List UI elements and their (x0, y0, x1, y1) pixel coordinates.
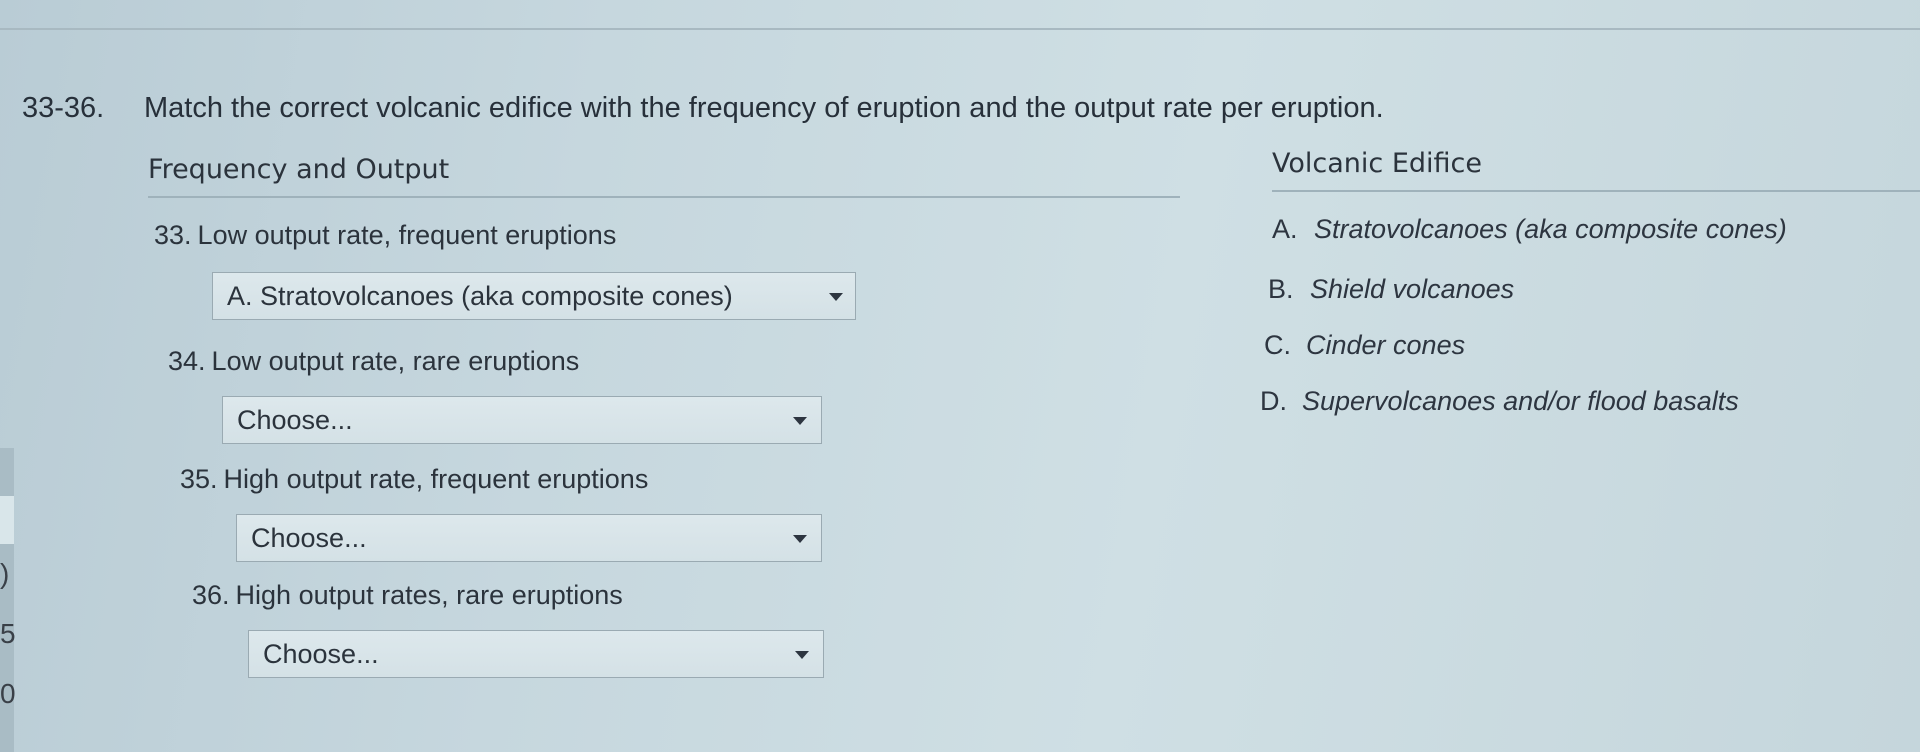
question-prompt: Match the correct volcanic edifice with … (144, 92, 1384, 124)
select-value: A. Stratovolcanoes (aka composite cones) (227, 280, 733, 311)
chevron-down-icon (829, 293, 843, 301)
answer-select-33[interactable]: A. Stratovolcanoes (aka composite cones) (212, 272, 856, 320)
answer-select-35[interactable]: Choose... (236, 514, 822, 562)
option-text: Cinder cones (1306, 330, 1466, 360)
edge-fragment-2: 5 (0, 618, 16, 649)
option-letter: D. (1260, 386, 1287, 416)
question-header: 33-36. Match the correct volcanic edifice… (22, 92, 1384, 125)
left-edge-highlight (0, 496, 14, 544)
left-column-title: Frequency and Output (148, 154, 450, 185)
top-divider (0, 28, 1920, 30)
option-letter: C. (1264, 330, 1291, 360)
answer-select-34[interactable]: Choose... (222, 396, 822, 444)
question-number: 33-36. (22, 92, 105, 124)
right-column-title: Volcanic Edifice (1272, 148, 1482, 179)
option-a: A. Stratovolcanoes (aka composite cones) (1272, 214, 1787, 245)
option-letter: B. (1268, 274, 1294, 304)
item-label: Low output rate, rare eruptions (211, 346, 580, 376)
option-d: D. Supervolcanoes and/or flood basalts (1260, 386, 1739, 417)
option-c: C. Cinder cones (1264, 330, 1465, 361)
option-b: B. Shield volcanoes (1268, 274, 1514, 305)
select-value: Choose... (263, 638, 379, 669)
option-text: Shield volcanoes (1310, 274, 1515, 304)
edge-fragment-3: 0 (0, 678, 16, 709)
item-number: 35. (180, 464, 218, 494)
right-column-rule (1272, 190, 1920, 192)
item-number: 34. (168, 346, 206, 376)
option-text: Stratovolcanoes (aka composite cones) (1314, 214, 1787, 244)
select-value: Choose... (237, 404, 353, 435)
select-value: Choose... (251, 522, 367, 553)
chevron-down-icon (793, 535, 807, 543)
chevron-down-icon (795, 651, 809, 659)
chevron-down-icon (793, 417, 807, 425)
item-label: High output rates, rare eruptions (235, 580, 623, 610)
match-item-34: 34. Low output rate, rare eruptions (168, 346, 579, 377)
left-column-rule (148, 196, 1180, 198)
match-item-36: 36. High output rates, rare eruptions (192, 580, 623, 611)
option-text: Supervolcanoes and/or flood basalts (1302, 386, 1739, 416)
item-label: High output rate, frequent eruptions (223, 464, 649, 494)
match-item-33: 33. Low output rate, frequent eruptions (154, 220, 616, 251)
item-number: 36. (192, 580, 230, 610)
match-item-35: 35. High output rate, frequent eruptions (180, 464, 648, 495)
option-letter: A. (1272, 214, 1298, 244)
item-label: Low output rate, frequent eruptions (197, 220, 617, 250)
edge-fragment-1: ) (0, 558, 10, 589)
item-number: 33. (154, 220, 192, 250)
answer-select-36[interactable]: Choose... (248, 630, 824, 678)
